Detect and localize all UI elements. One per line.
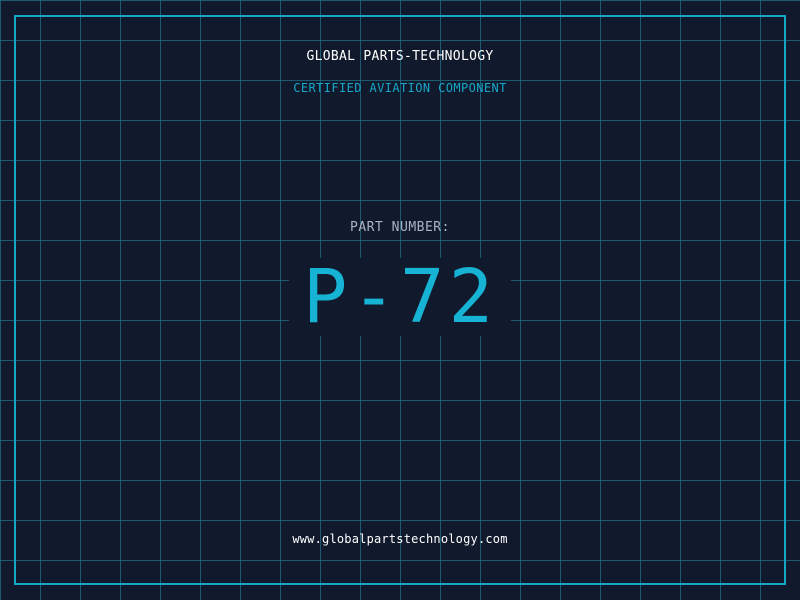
certification-subtitle: CERTIFIED AVIATION COMPONENT <box>293 81 507 95</box>
website-url: www.globalpartstechnology.com <box>292 532 508 546</box>
part-number-container: P-72 <box>0 258 800 336</box>
part-number-value: P-72 <box>288 258 512 336</box>
company-name: GLOBAL PARTS-TECHNOLOGY <box>306 49 494 64</box>
part-label-card: GLOBAL PARTS-TECHNOLOGY CERTIFIED AVIATI… <box>0 0 800 600</box>
part-number-label: PART NUMBER: <box>350 220 450 235</box>
